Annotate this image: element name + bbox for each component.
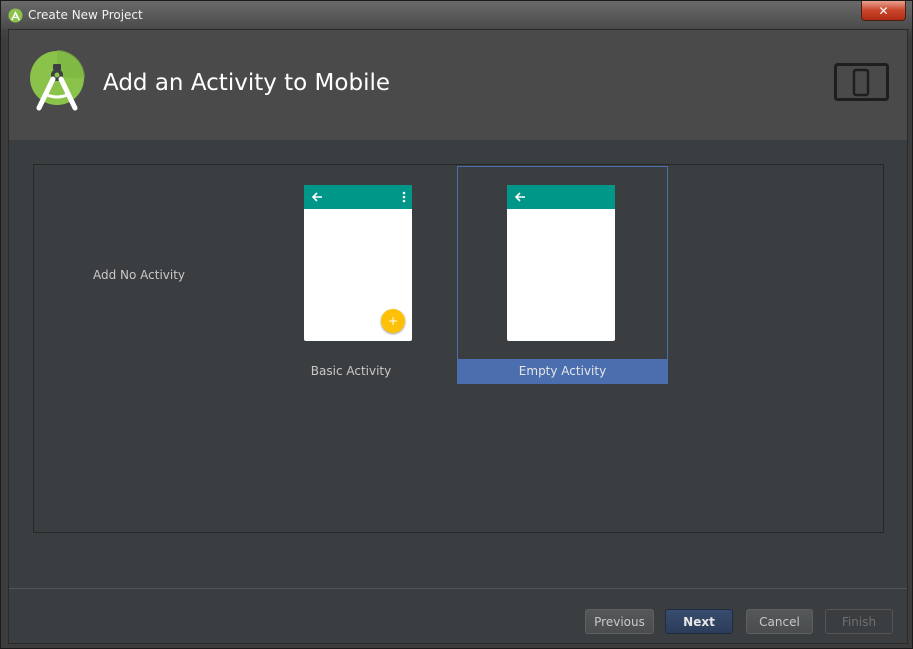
close-icon: ✕: [878, 3, 889, 18]
cancel-button[interactable]: Cancel: [746, 609, 813, 634]
basic-activity-preview: +: [304, 185, 412, 341]
android-studio-icon: [8, 8, 23, 23]
activity-tile-no-activity[interactable]: Add No Activity: [34, 165, 244, 385]
arrow-back-icon: [311, 192, 322, 202]
page-title: Add an Activity to Mobile: [103, 70, 390, 96]
close-button[interactable]: ✕: [861, 1, 906, 21]
plus-icon: +: [381, 309, 405, 333]
previous-button[interactable]: Previous: [585, 609, 654, 634]
activity-label: Add No Activity: [92, 268, 186, 282]
activity-tile-empty[interactable]: Empty Activity: [457, 166, 668, 384]
activity-tile-basic[interactable]: + Basic Activity: [246, 165, 456, 385]
wizard-frame: Add an Activity to Mobile Add No Activit…: [8, 29, 908, 644]
title-bar[interactable]: Create New Project ✕: [1, 1, 912, 29]
app-bar: [507, 185, 615, 209]
activity-gallery: Add No Activity + Basic Activity Empty A…: [33, 164, 884, 533]
android-studio-logo: [30, 50, 85, 111]
activity-label-selected: Empty Activity: [458, 359, 667, 383]
arrow-back-icon: [514, 192, 525, 202]
create-project-window: Create New Project ✕ Add an Activity to …: [0, 0, 913, 649]
next-button[interactable]: Next: [665, 609, 733, 634]
footer-divider: [9, 588, 907, 589]
phone-tablet-icon: [834, 63, 889, 101]
overflow-menu-icon: [402, 191, 406, 203]
empty-activity-preview: [507, 185, 615, 341]
app-bar: [304, 185, 412, 209]
window-title: Create New Project: [28, 8, 143, 22]
finish-button[interactable]: Finish: [825, 609, 893, 634]
activity-label: Basic Activity: [310, 364, 392, 378]
wizard-header: Add an Activity to Mobile: [9, 30, 907, 140]
